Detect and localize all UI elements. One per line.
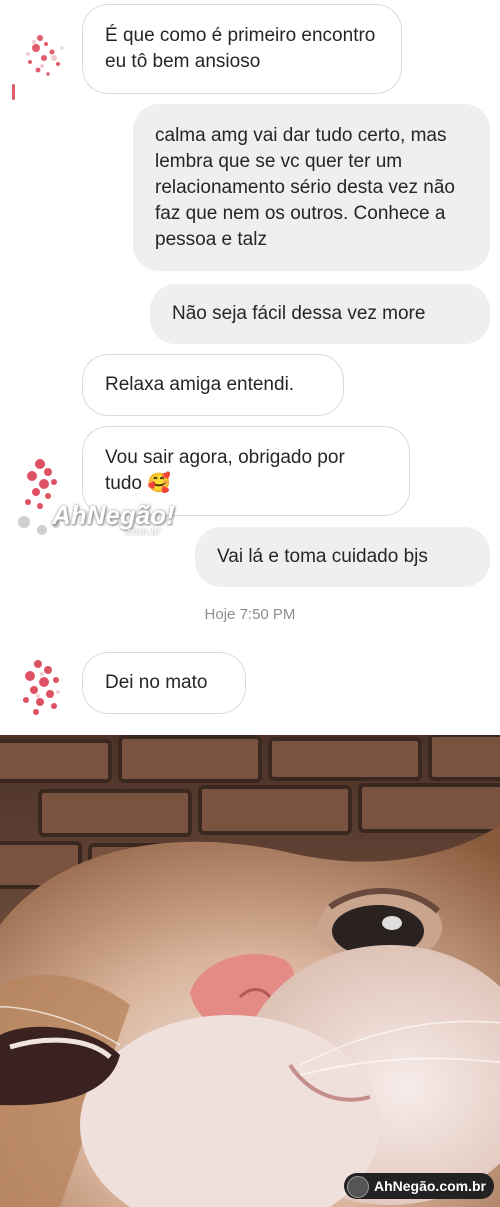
contact-avatar[interactable] bbox=[10, 654, 70, 724]
message-bubble-incoming[interactable]: Dei no mato bbox=[82, 652, 246, 714]
message-bubble-incoming[interactable]: Relaxa amiga entendi. bbox=[82, 354, 344, 416]
message-text: Vou sair agora, obrigado por tudo 🥰 bbox=[105, 447, 345, 494]
chat-thread: É que como é primeiro encontro eu tô bem… bbox=[0, 0, 500, 735]
message-bubble-incoming[interactable]: É que como é primeiro encontro eu tô bem… bbox=[82, 4, 402, 94]
cat-illustration bbox=[0, 735, 500, 1207]
message-bubble-outgoing[interactable]: Vai lá e toma cuidado bjs bbox=[195, 527, 490, 587]
watermark-badge-icon bbox=[346, 1176, 369, 1198]
message-text: Não seja fácil dessa vez more bbox=[172, 303, 426, 324]
message-text: Relaxa amiga entendi. bbox=[105, 374, 295, 395]
watermark-badge-text: AhNegão.com.br bbox=[373, 1178, 486, 1194]
message-text: Dei no mato bbox=[105, 672, 208, 693]
watermark-logo-sub: .com.br bbox=[124, 526, 161, 538]
message-text: calma amg vai dar tudo certo, mas lembra… bbox=[155, 124, 455, 250]
contact-avatar[interactable] bbox=[8, 28, 68, 108]
message-text: É que como é primeiro encontro eu tô bem… bbox=[105, 25, 376, 72]
watermark-badge: AhNegão.com.br bbox=[343, 1173, 494, 1199]
message-bubble-outgoing[interactable]: Não seja fácil dessa vez more bbox=[150, 284, 490, 344]
message-timestamp: Hoje 7:50 PM bbox=[204, 606, 296, 623]
cat-meme-photo: AhNegão.com.br bbox=[0, 735, 500, 1207]
message-bubble-outgoing[interactable]: calma amg vai dar tudo certo, mas lembra… bbox=[133, 104, 490, 271]
message-text: Vai lá e toma cuidado bjs bbox=[217, 546, 428, 567]
